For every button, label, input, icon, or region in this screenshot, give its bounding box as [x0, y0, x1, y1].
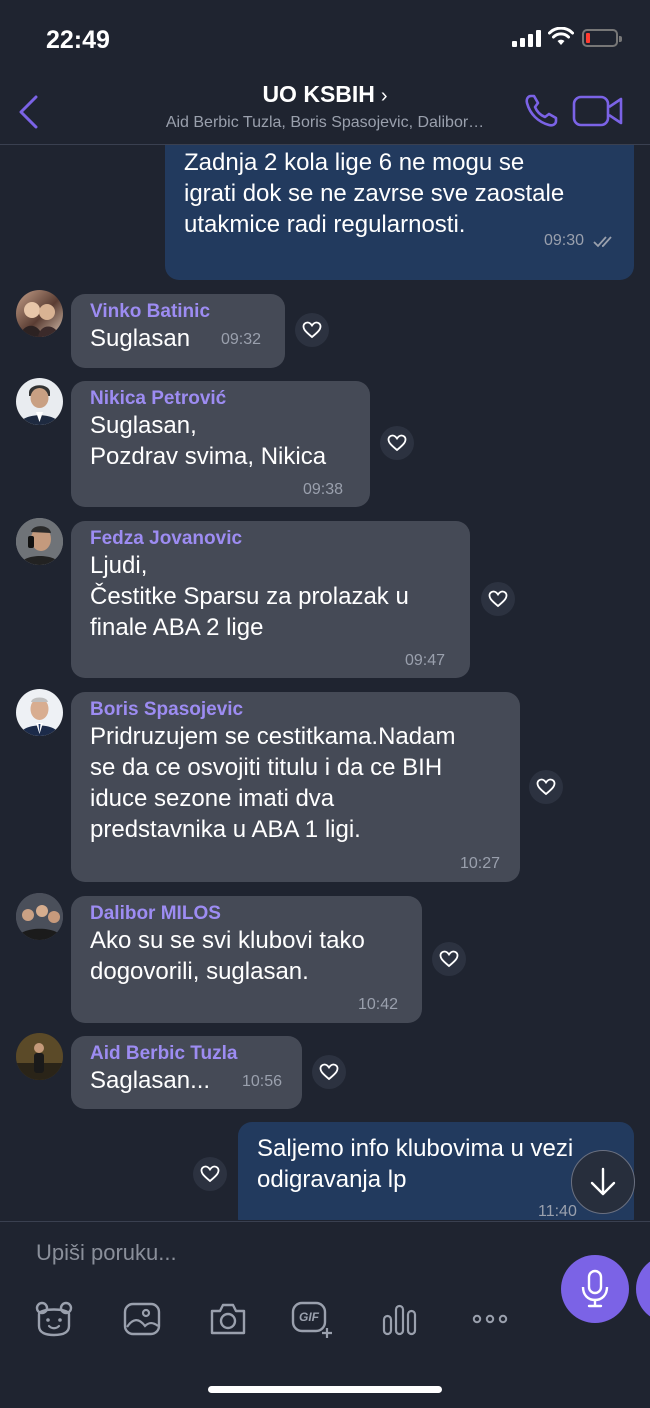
- signal-icon: [512, 30, 541, 47]
- message-text: Ljudi, Čestitke Sparsu za prolazak u fin…: [90, 552, 409, 641]
- avatar[interactable]: [16, 1033, 63, 1080]
- like-button[interactable]: [295, 313, 329, 347]
- message-time: 09:30: [543, 232, 584, 249]
- sender-name: Vinko Batinic: [90, 301, 211, 322]
- incoming-message[interactable]: Nikica Petrović Suglasan, Pozdrav svima,…: [71, 381, 370, 507]
- heart-icon: [200, 1165, 220, 1183]
- message-time: 09:47: [405, 652, 446, 669]
- message-text: Saljemo info klubovima u vezi odigravanj…: [257, 1135, 574, 1193]
- message-time: 10:27: [460, 855, 501, 872]
- message-text: Saglasan...: [90, 1067, 211, 1094]
- chat-header: UO KSBIH › Aid Berbic Tuzla, Boris Spasoj…: [0, 76, 650, 145]
- sender-name: Dalibor MILOS: [90, 903, 221, 924]
- message-text: Pridruzujem se cestitkama.Nadam se da ce…: [90, 723, 456, 843]
- status-time: 22:49: [46, 26, 110, 54]
- sender-name: Fedza Jovanovic: [90, 528, 243, 549]
- sender-name: Nikica Petrović: [90, 388, 227, 409]
- avatar[interactable]: [16, 290, 63, 337]
- chevron-right-icon: ›: [380, 85, 388, 107]
- avatar[interactable]: [16, 378, 63, 425]
- heart-icon: [536, 778, 556, 796]
- voice-message-button[interactable]: [561, 1255, 629, 1323]
- message-text: Ako su se svi klubovi tako dogovorili, s…: [90, 927, 365, 985]
- message-time: 10:56: [242, 1073, 283, 1090]
- incoming-message[interactable]: Vinko Batinic Suglasan 09:32: [71, 294, 285, 368]
- incoming-message[interactable]: Fedza Jovanovic Ljudi, Čestitke Sparsu z…: [71, 521, 470, 678]
- message-text: Zadnja 2 kola lige 6 ne mogu se igrati d…: [184, 149, 565, 238]
- gif-icon[interactable]: GIF: [291, 1300, 335, 1338]
- message-input[interactable]: Upiši poruku...: [36, 1240, 177, 1266]
- scroll-to-bottom-button[interactable]: [571, 1150, 635, 1214]
- sender-name: Boris Spasojevic: [90, 699, 244, 720]
- sender-name: Aid Berbic Tuzla: [90, 1043, 238, 1064]
- message-time: 09:32: [221, 331, 262, 348]
- gif-label: GIF: [299, 1310, 319, 1324]
- like-button[interactable]: [193, 1157, 227, 1191]
- wifi-icon: [548, 27, 574, 45]
- incoming-message[interactable]: Dalibor MILOS Ako su se svi klubovi tako…: [71, 896, 422, 1023]
- read-receipt-icon: [593, 236, 612, 248]
- heart-icon: [488, 590, 508, 608]
- heart-icon: [319, 1063, 339, 1081]
- avatar[interactable]: [16, 689, 63, 736]
- chat-title-text: UO KSBIH: [262, 81, 375, 107]
- gallery-icon[interactable]: [123, 1300, 161, 1338]
- like-button[interactable]: [312, 1055, 346, 1089]
- like-button[interactable]: [481, 582, 515, 616]
- status-bar: 22:49: [0, 0, 650, 80]
- message-composer: Upiši poruku... GIF: [0, 1221, 650, 1408]
- microphone-icon: [581, 1269, 609, 1308]
- sticker-icon[interactable]: [34, 1300, 74, 1338]
- heart-icon: [302, 321, 322, 339]
- heart-icon: [387, 434, 407, 452]
- camera-icon[interactable]: [208, 1300, 248, 1338]
- poll-icon[interactable]: [382, 1300, 418, 1338]
- outgoing-message[interactable]: Zadnja 2 kola lige 6 ne mogu se igrati d…: [165, 145, 634, 280]
- like-button[interactable]: [380, 426, 414, 460]
- incoming-message[interactable]: Boris Spasojevic Pridruzujem se cestitka…: [71, 692, 520, 882]
- secondary-action-button[interactable]: [636, 1255, 650, 1323]
- phone-call-icon[interactable]: [522, 92, 560, 130]
- message-time: 11:40: [538, 1203, 577, 1220]
- arrow-down-icon: [590, 1167, 616, 1196]
- more-icon[interactable]: [471, 1300, 509, 1338]
- message-list[interactable]: Zadnja 2 kola lige 6 ne mogu se igrati d…: [0, 145, 650, 1220]
- battery-icon: [582, 29, 622, 47]
- video-call-icon[interactable]: [572, 94, 624, 128]
- heart-icon: [439, 950, 459, 968]
- avatar[interactable]: [16, 893, 63, 940]
- like-button[interactable]: [432, 942, 466, 976]
- message-time: 09:38: [303, 481, 344, 498]
- incoming-message[interactable]: Aid Berbic Tuzla Saglasan... 10:56: [71, 1036, 302, 1109]
- like-button[interactable]: [529, 770, 563, 804]
- message-text: Suglasan: [90, 325, 191, 352]
- home-indicator: [208, 1386, 442, 1393]
- avatar[interactable]: [16, 518, 63, 565]
- message-text: Suglasan, Pozdrav svima, Nikica: [90, 412, 327, 470]
- message-time: 10:42: [358, 996, 399, 1013]
